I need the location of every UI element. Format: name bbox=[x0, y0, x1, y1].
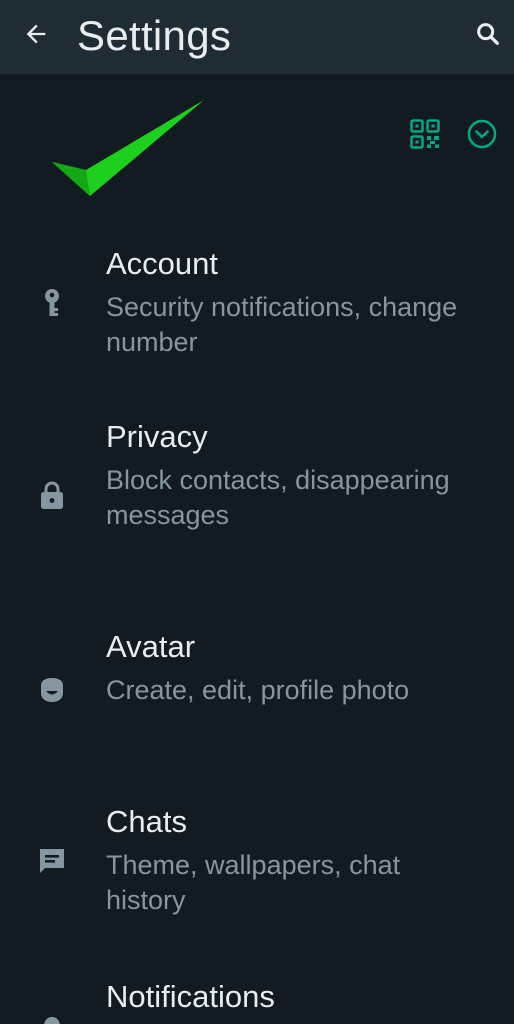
setting-subtitle: Block contacts, disappearing messages bbox=[106, 465, 450, 530]
bell-icon bbox=[36, 1013, 68, 1024]
setting-chats[interactable]: Chats Theme, wallpapers, chat history bbox=[0, 774, 514, 949]
settings-screen: Settings Account Security notifications,… bbox=[0, 0, 514, 1024]
green-checkmark-icon bbox=[48, 96, 208, 211]
qr-code-icon bbox=[410, 119, 440, 149]
setting-subtitle: Theme, wallpapers, chat history bbox=[106, 850, 401, 915]
setting-privacy[interactable]: Privacy Block contacts, disappearing mes… bbox=[0, 389, 514, 599]
key-icon bbox=[36, 288, 68, 320]
chat-icon bbox=[36, 844, 68, 876]
profile-header[interactable] bbox=[0, 74, 514, 214]
setting-title: Chats bbox=[106, 804, 187, 839]
search-icon bbox=[477, 23, 499, 45]
chevron-down-circle-icon bbox=[467, 119, 497, 149]
setting-subtitle: Security notifications, change number bbox=[106, 292, 458, 357]
avatar-face-icon bbox=[36, 674, 68, 706]
app-bar: Settings bbox=[0, 0, 514, 74]
setting-subtitle: Create, edit, profile photo bbox=[106, 675, 410, 705]
setting-title: Avatar bbox=[106, 629, 196, 664]
setting-notifications[interactable]: Notifications bbox=[0, 949, 514, 1024]
back-button[interactable] bbox=[16, 14, 56, 54]
setting-title: Privacy bbox=[106, 419, 208, 454]
setting-account[interactable]: Account Security notifications, change n… bbox=[0, 214, 514, 384]
page-title: Settings bbox=[77, 12, 232, 59]
lock-icon bbox=[36, 479, 68, 511]
search-button[interactable] bbox=[468, 14, 508, 54]
qr-code-button[interactable] bbox=[405, 114, 445, 154]
setting-title: Account bbox=[106, 246, 219, 281]
expand-profile-button[interactable] bbox=[462, 114, 502, 154]
arrow-left-icon bbox=[26, 24, 46, 44]
setting-title: Notifications bbox=[106, 979, 275, 1014]
setting-avatar[interactable]: Avatar Create, edit, profile photo bbox=[0, 599, 514, 774]
